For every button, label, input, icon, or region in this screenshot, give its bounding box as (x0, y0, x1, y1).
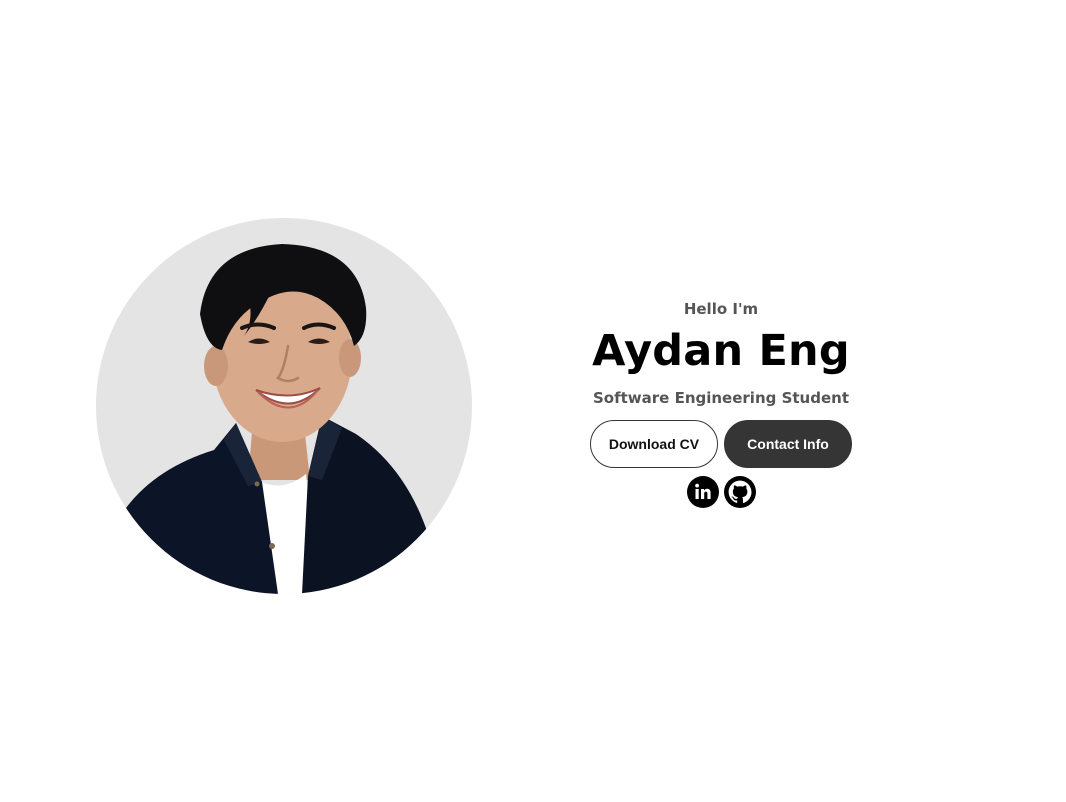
button-container: Download CV Contact Info (571, 420, 871, 468)
role-subtitle: Software Engineering Student (593, 389, 849, 407)
profile-section: Hello I'm Aydan Eng Software Engineering… (0, 0, 1066, 802)
github-icon[interactable] (723, 476, 756, 508)
download-cv-button[interactable]: Download CV (590, 420, 718, 468)
linkedin-icon[interactable] (686, 476, 719, 508)
greeting-text: Hello I'm (683, 300, 759, 318)
profile-photo (96, 218, 472, 594)
hero-text: Hello I'm Aydan Eng Software Engineering… (571, 296, 871, 508)
page-title: Aydan Eng (592, 326, 850, 376)
github-glyph (728, 480, 751, 503)
profile-photo-illustration (96, 244, 436, 594)
linkedin-glyph (694, 483, 711, 499)
social-links (571, 476, 871, 508)
contact-info-button[interactable]: Contact Info (724, 420, 852, 468)
